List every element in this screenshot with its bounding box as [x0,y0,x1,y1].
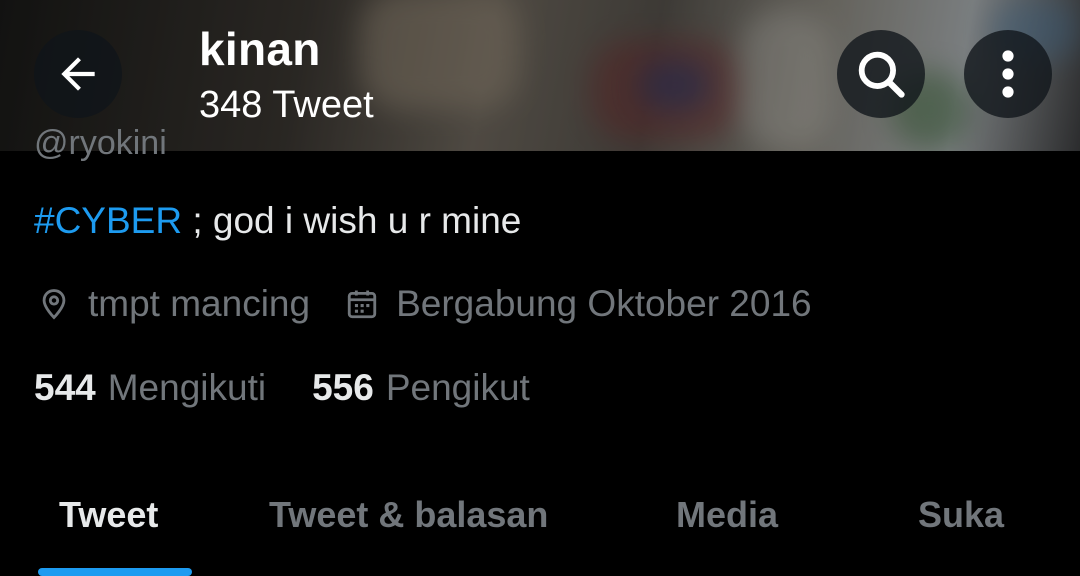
tab-tweet[interactable]: Tweet [59,494,158,536]
profile-handle: @ryokini [34,124,167,162]
bio-text: ; god i wish u r mine [182,200,522,241]
following-count: 544 [34,367,96,408]
following-link[interactable]: 544 Mengikuti [34,367,266,409]
active-tab-indicator [38,568,192,576]
profile-location: tmpt mancing [34,283,310,325]
back-button[interactable] [34,30,122,118]
tweet-count: 348 Tweet [199,84,374,126]
header-title-block: kinan 348 Tweet [199,22,374,128]
arrow-left-icon [61,57,95,91]
following-label: Mengikuti [107,367,267,408]
location-text: tmpt mancing [88,283,311,324]
more-options-button[interactable] [964,30,1052,118]
follow-stats: 544 Mengikuti 556 Pengikut [34,367,530,409]
tab-tweet-replies[interactable]: Tweet & balasan [269,494,548,536]
followers-label: Pengikut [385,367,530,408]
location-pin-icon [34,284,74,324]
more-vertical-icon [1002,50,1014,98]
tab-likes[interactable]: Suka [918,494,1004,536]
join-date-text: Bergabung Oktober 2016 [396,283,812,324]
profile-join-date: Bergabung Oktober 2016 [342,283,812,325]
calendar-icon [342,284,382,324]
profile-name: kinan [199,23,321,75]
profile-meta: tmpt mancing Bergabung Oktober 2016 [34,283,812,325]
search-button[interactable] [837,30,925,118]
search-icon [858,51,905,98]
profile-tabs: Tweet Tweet & balasan Media Suka [0,486,1080,576]
tab-media[interactable]: Media [676,494,778,536]
followers-link[interactable]: 556 Pengikut [312,367,530,409]
profile-bio: #CYBER ; god i wish u r mine [34,200,521,242]
bio-hashtag-link[interactable]: #CYBER [34,200,182,241]
followers-count: 556 [312,367,374,408]
